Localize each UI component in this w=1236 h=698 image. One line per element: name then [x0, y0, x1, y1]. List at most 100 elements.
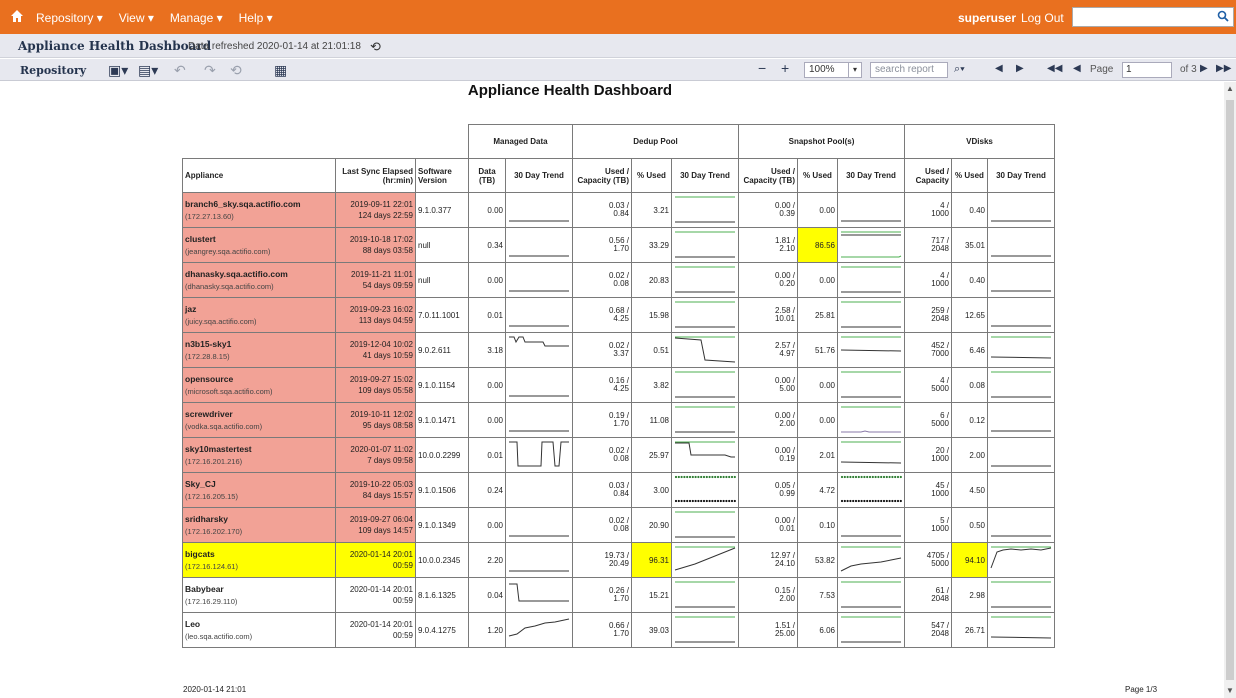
vdisk-used-capacity: 4 /5000 [904, 367, 952, 403]
last-sync-date: 2020-01-14 20:01 [349, 585, 413, 594]
table-row[interactable]: clustert (jeangrey.sqa.actifio.com) 2019-1… [182, 227, 1055, 263]
scroll-down-icon[interactable]: ▼ [1226, 686, 1234, 695]
global-search-input[interactable] [1072, 7, 1234, 27]
table-row[interactable]: dhanasky.sqa.actifio.com (dhanasky.sqa.ac… [182, 262, 1055, 298]
repository-button[interactable]: Repository [20, 64, 86, 77]
table-row[interactable]: opensource (microsoft.sqa.actifio.com) 201… [182, 367, 1055, 403]
dedup-trend-sparkline [675, 266, 735, 292]
scroll-up-icon[interactable]: ▲ [1226, 84, 1234, 93]
refresh-icon[interactable]: ⟲ [370, 39, 381, 55]
appliance-cell[interactable]: n3b15-sky1 (172.28.8.15) [182, 332, 336, 368]
save-icon[interactable]: ▣▾ [108, 62, 128, 79]
table-row[interactable]: sky10mastertest (172.16.201.216) 2020-01-0… [182, 437, 1055, 473]
appliance-name[interactable]: Babybear [185, 584, 333, 594]
elapsed-time: 7 days 09:58 [367, 456, 413, 465]
appliance-name[interactable]: opensource [185, 374, 333, 384]
zoom-in-icon[interactable]: + [781, 60, 789, 76]
dedup-used-capacity: 0.02 /3.37 [572, 332, 632, 368]
redo-icon[interactable]: ↷ [204, 62, 216, 79]
table-row[interactable]: Leo (leo.sqa.actifio.com) 2020-01-14 20:01… [182, 612, 1055, 648]
zoom-select[interactable]: 100% [804, 62, 850, 78]
prev-page-icon[interactable]: ◀ [1073, 63, 1081, 74]
menu-manage[interactable]: Manage ▾ [170, 11, 223, 25]
first-page-icon[interactable]: ◀◀ [1047, 63, 1062, 74]
managed-data-trend [505, 577, 573, 613]
table-row[interactable]: Sky_CJ (172.16.205.15) 2019-10-22 05:03 84 … [182, 472, 1055, 508]
dedup-trend [671, 192, 739, 228]
appliance-name[interactable]: dhanasky.sqa.actifio.com [185, 269, 333, 279]
appliance-name[interactable]: bigcats [185, 549, 333, 559]
appliance-cell[interactable]: Babybear (172.16.29.110) [182, 577, 336, 613]
vdisk-used-capacity-capacity: 5000 [931, 559, 949, 568]
appliance-name[interactable]: n3b15-sky1 [185, 339, 333, 349]
last-page-icon[interactable]: ▶▶ [1216, 63, 1231, 74]
options-icon[interactable]: ▦ [274, 62, 287, 79]
appliance-host: (172.27.13.60) [185, 212, 234, 221]
table-row[interactable]: sridharsky (172.16.202.170) 2019-09-27 06:… [182, 507, 1055, 543]
undo-icon[interactable]: ↶ [174, 62, 186, 79]
snapshot-trend-sparkline-dot [852, 499, 855, 502]
appliance-cell[interactable]: sky10mastertest (172.16.201.216) [182, 437, 336, 473]
snapshot-trend-sparkline-dot [854, 475, 858, 478]
managed-data-trend [505, 367, 573, 403]
menu-help[interactable]: Help ▾ [239, 11, 273, 25]
appliance-cell[interactable]: dhanasky.sqa.actifio.com (dhanasky.sqa.ac… [182, 262, 336, 298]
dashboard-header: Appliance Health Dashboard Data refreshe… [0, 34, 1236, 58]
current-user[interactable]: superuser [958, 11, 1016, 25]
vdisk-used-capacity-capacity: 1000 [931, 454, 949, 463]
export-icon[interactable]: ▤▾ [138, 62, 158, 79]
appliance-cell[interactable]: Sky_CJ (172.16.205.15) [182, 472, 336, 508]
home-icon[interactable] [10, 9, 24, 23]
dedup-trend-sparkline-dot [708, 475, 711, 478]
table-row[interactable]: jaz (juicy.sqa.actifio.com) 2019-09-23 16:… [182, 297, 1055, 333]
logout-link[interactable]: Log Out [1021, 11, 1064, 25]
zoom-out-icon[interactable]: − [758, 60, 766, 76]
search-report-input[interactable]: search report [870, 62, 948, 78]
appliance-cell[interactable]: sridharsky (172.16.202.170) [182, 507, 336, 543]
appliance-name[interactable]: clustert [185, 234, 333, 244]
vdisk-trend-sparkline-line [990, 356, 1052, 358]
table-row[interactable]: bigcats (172.16.124.61) 2020-01-14 20:01 00… [182, 542, 1055, 578]
appliance-cell[interactable]: screwdriver (vodka.sqa.actifio.com) [182, 402, 336, 438]
vertical-scrollbar[interactable]: ▲ ▼ [1224, 82, 1236, 698]
menu-view[interactable]: View ▾ [119, 11, 154, 25]
vdisk-trend-sparkline [991, 290, 1051, 291]
appliance-name[interactable]: sridharsky [185, 514, 333, 524]
appliance-name[interactable]: Sky_CJ [185, 479, 333, 489]
next-match-icon[interactable]: ▶ [1016, 63, 1024, 74]
appliance-name[interactable]: Leo [185, 619, 333, 629]
appliance-name[interactable]: jaz [185, 304, 333, 314]
snapshot-trend-sparkline-dot [891, 475, 894, 478]
prev-match-icon[interactable]: ◀ [995, 63, 1003, 74]
table-row[interactable]: n3b15-sky1 (172.28.8.15) 2019-12-04 10:02 4… [182, 332, 1055, 368]
appliance-name[interactable]: screwdriver [185, 409, 333, 419]
appliance-name[interactable]: sky10mastertest [185, 444, 333, 454]
appliance-cell[interactable]: bigcats (172.16.124.61) [182, 542, 336, 578]
scrollbar-thumb[interactable] [1226, 100, 1234, 680]
vdisk-pct-used: 35.01 [951, 227, 988, 263]
table-row[interactable]: Babybear (172.16.29.110) 2020-01-14 20:01 0… [182, 577, 1055, 613]
appliance-name[interactable]: branch6_sky.sqa.actifio.com [185, 199, 333, 209]
menu-repository[interactable]: Repository ▾ [36, 11, 103, 25]
page-number-input[interactable]: 1 [1122, 62, 1172, 78]
dedup-trend-sparkline [675, 616, 735, 642]
appliance-cell[interactable]: clustert (jeangrey.sqa.actifio.com) [182, 227, 336, 263]
table-row[interactable]: screwdriver (vodka.sqa.actifio.com) 2019-1… [182, 402, 1055, 438]
snapshot-trend-sparkline-dot [866, 475, 869, 478]
next-page-icon[interactable]: ▶ [1200, 63, 1208, 74]
search-icon[interactable] [1217, 10, 1229, 22]
appliance-cell[interactable]: branch6_sky.sqa.actifio.com (172.27.13.60… [182, 192, 336, 228]
reset-icon[interactable]: ⟲ [230, 62, 242, 79]
managed-data-tb: 0.00 [468, 262, 506, 298]
snapshot-used-capacity: 1.81 /2.10 [738, 227, 798, 263]
vdisk-used-capacity: 45 /1000 [904, 472, 952, 508]
table-row[interactable]: branch6_sky.sqa.actifio.com (172.27.13.60… [182, 192, 1055, 228]
zoom-dropdown-icon[interactable]: ▾ [848, 62, 862, 78]
appliance-cell[interactable]: Leo (leo.sqa.actifio.com) [182, 612, 336, 648]
elapsed-time: 113 days 04:59 [358, 316, 413, 325]
managed-data-trend-sparkline [509, 583, 569, 601]
search-report-icon[interactable]: ⌕▾ [954, 63, 965, 76]
appliance-cell[interactable]: jaz (juicy.sqa.actifio.com) [182, 297, 336, 333]
vdisk-used-capacity: 4 /1000 [904, 262, 952, 298]
appliance-cell[interactable]: opensource (microsoft.sqa.actifio.com) [182, 367, 336, 403]
